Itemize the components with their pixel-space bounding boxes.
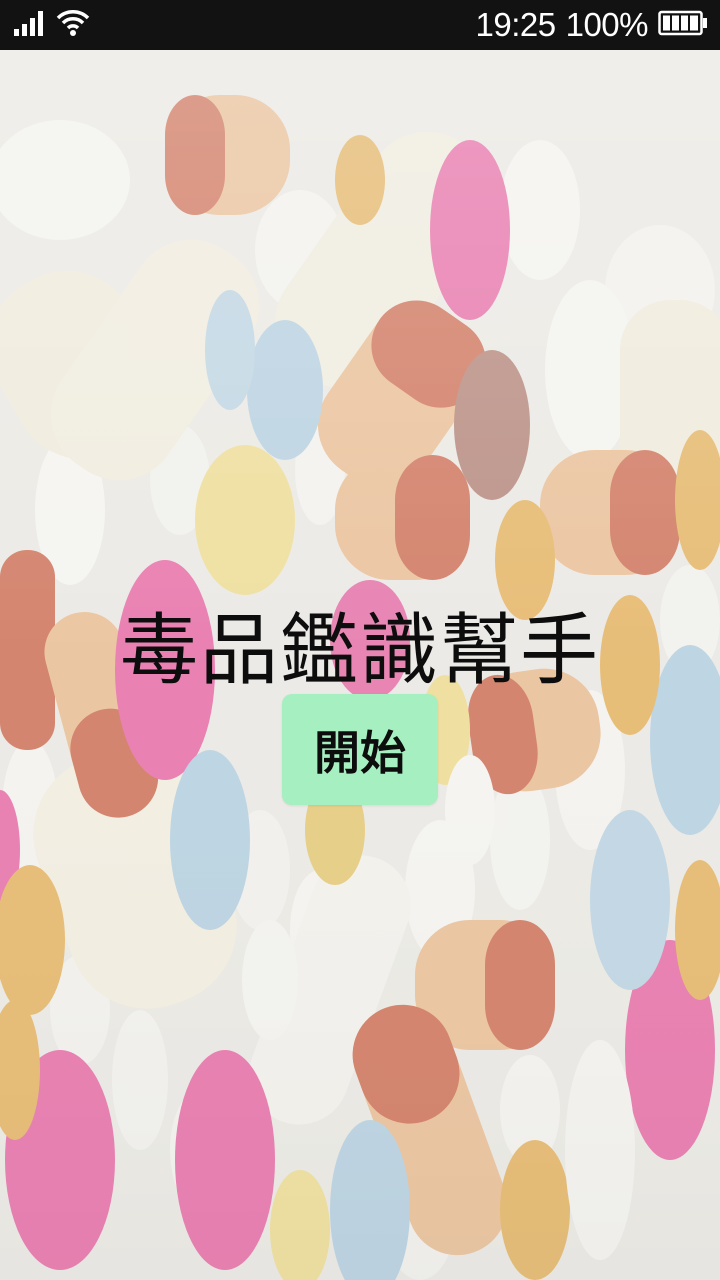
- start-button[interactable]: 開始: [282, 694, 438, 805]
- page-title: 毒品鑑識幫手: [119, 606, 600, 696]
- status-bar: 19:25 100%: [0, 0, 720, 50]
- signal-icon: [14, 10, 48, 40]
- wifi-icon: [56, 9, 90, 41]
- status-time: 19:25: [475, 6, 557, 43]
- battery-percent: 100%: [565, 6, 649, 43]
- battery-icon: [658, 10, 708, 41]
